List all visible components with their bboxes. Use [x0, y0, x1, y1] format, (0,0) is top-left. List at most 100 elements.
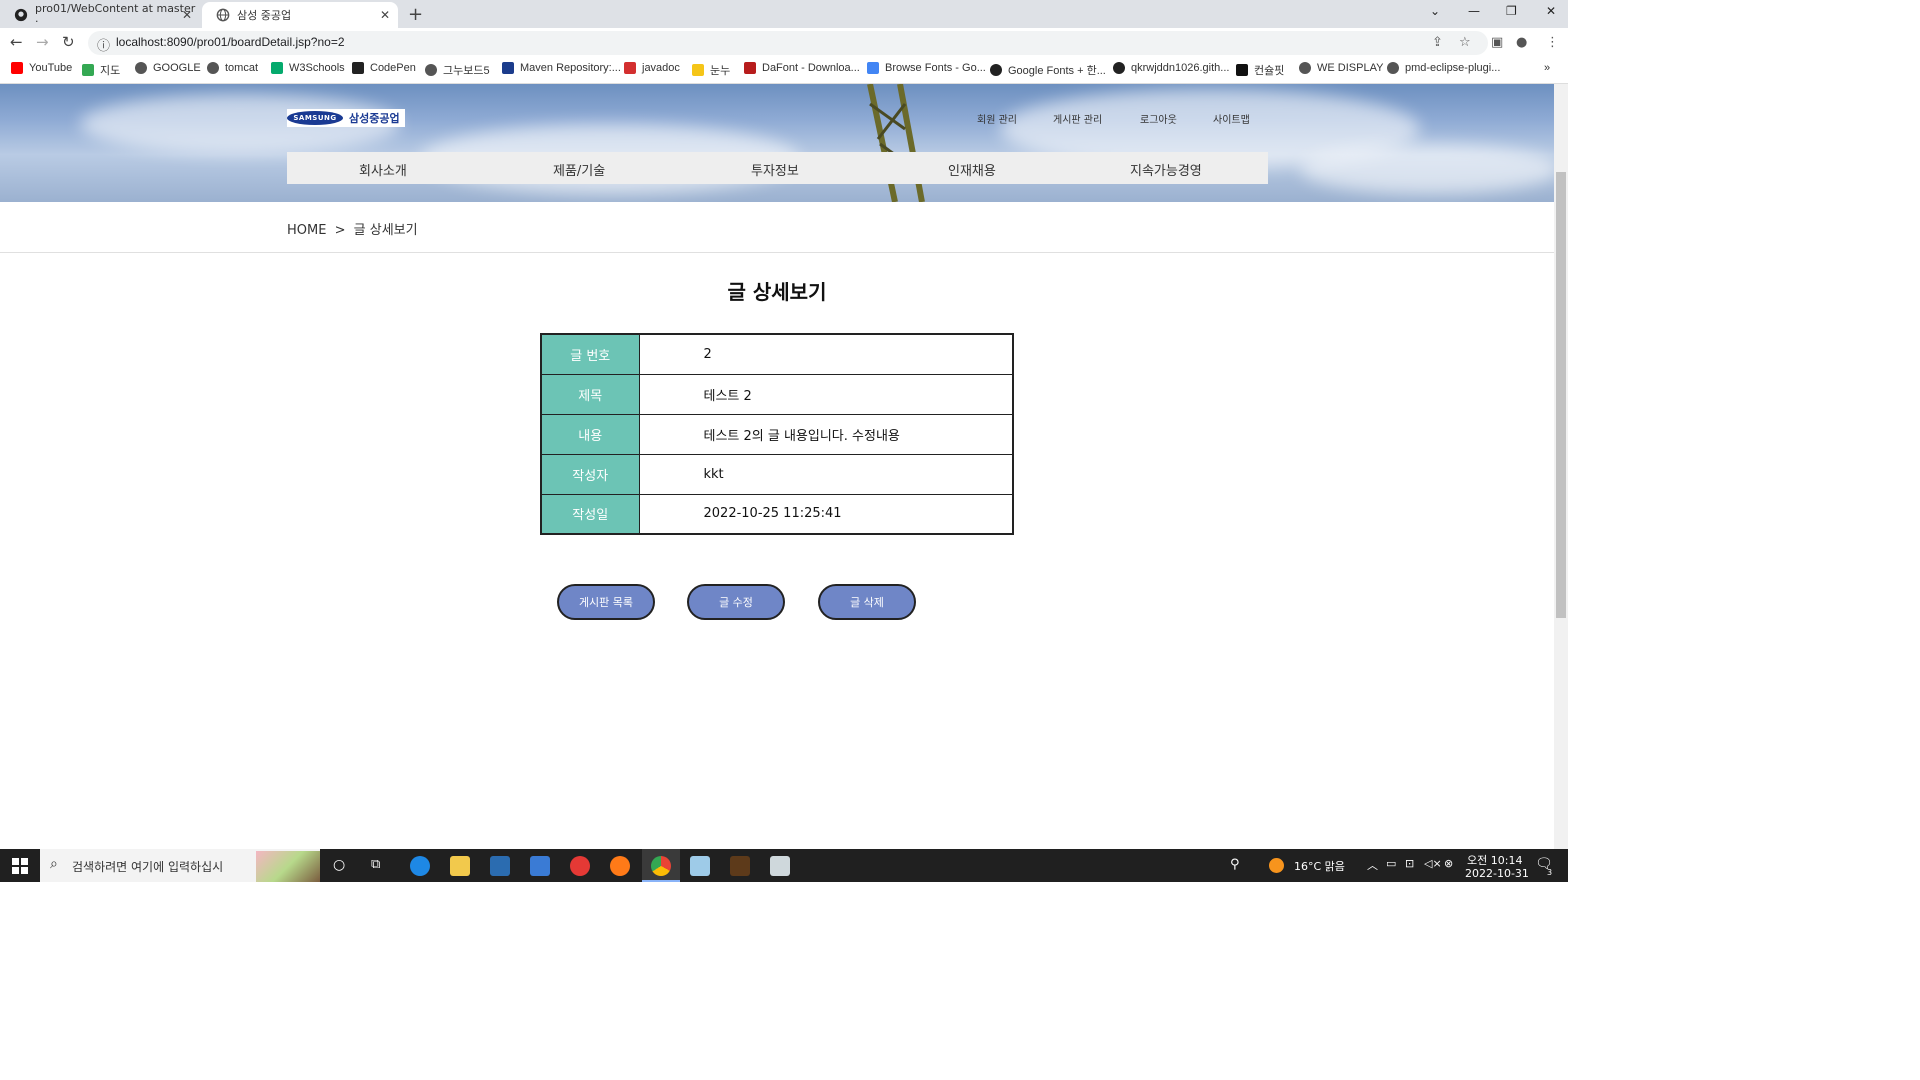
taskbar: ⌕ 검색하려면 여기에 입력하십시 ○ ⧉ ⚲ 16°C 맑음 ︿ ▭ ⊡ ◁×…: [0, 849, 1568, 882]
url-text[interactable]: localhost:8090/pro01/boardDetail.jsp?no=…: [116, 35, 345, 49]
logo-text: 삼성중공업: [349, 112, 400, 125]
weather-text[interactable]: 16°C 맑음: [1294, 858, 1345, 874]
firefox-icon[interactable]: [610, 856, 630, 876]
task-view-icon[interactable]: ⧉: [371, 857, 380, 872]
paint-icon[interactable]: [770, 856, 790, 876]
globe-icon: [1387, 62, 1399, 74]
app-icon[interactable]: [730, 856, 750, 876]
tab-github[interactable]: pro01/WebContent at master · ✕: [0, 2, 200, 28]
breadcrumb-home[interactable]: HOME: [287, 223, 326, 238]
tab-samsung[interactable]: 삼성 중공업 ✕: [202, 2, 398, 28]
taskbar-search[interactable]: ⌕ 검색하려면 여기에 입력하십시: [40, 849, 320, 882]
github-icon: [1113, 62, 1125, 74]
close-tab-icon[interactable]: ✕: [182, 8, 192, 22]
board-list-button[interactable]: 게시판 목록: [557, 584, 655, 620]
notification-count: 3: [1547, 868, 1553, 877]
cortana-icon[interactable]: ○: [333, 857, 345, 873]
bookmark-tomcat[interactable]: tomcat: [207, 62, 258, 74]
nav-recruit[interactable]: 인재채용: [948, 160, 996, 179]
restore-icon[interactable]: ❐: [1506, 4, 1517, 18]
windows-start-icon[interactable]: [12, 858, 28, 874]
share-icon[interactable]: ⇪: [1432, 35, 1443, 50]
edge-icon[interactable]: [410, 856, 430, 876]
opera-icon[interactable]: [570, 856, 590, 876]
edit-post-button[interactable]: 글 수정: [687, 584, 785, 620]
table-row: 작성일 2022-10-25 11:25:41: [541, 494, 1013, 534]
main-nav: 회사소개 제품/기술 투자정보 인재채용 지속가능경영: [287, 152, 1268, 184]
show-hidden-icons[interactable]: ︿: [1367, 857, 1378, 873]
noonnu-icon: [692, 64, 704, 76]
ime-icon[interactable]: ⊗: [1444, 857, 1453, 870]
bookmark-youtube[interactable]: YouTube: [11, 62, 72, 74]
bookmark-gnuboard[interactable]: 그누보드5: [425, 62, 490, 78]
globe-icon: [216, 8, 230, 22]
mail-icon[interactable]: [530, 856, 550, 876]
minimize-icon[interactable]: —: [1468, 4, 1480, 18]
post-date-value: 2022-10-25 11:25:41: [703, 506, 842, 522]
store-icon[interactable]: [490, 856, 510, 876]
nav-investment[interactable]: 투자정보: [751, 160, 799, 179]
file-explorer-icon[interactable]: [450, 856, 470, 876]
chrome-icon[interactable]: [651, 856, 671, 876]
bookmark-star-icon[interactable]: ☆: [1459, 35, 1471, 50]
w3schools-icon: [271, 62, 283, 74]
bookmark-browse-fonts[interactable]: Browse Fonts - Go...: [867, 62, 986, 74]
youtube-icon: [11, 62, 23, 74]
bookmark-javadoc[interactable]: javadoc: [624, 62, 680, 74]
profile-icon[interactable]: ●: [1516, 35, 1527, 50]
search-highlight-image: [256, 851, 320, 882]
member-admin-link[interactable]: 회원 관리: [977, 111, 1017, 126]
board-admin-link[interactable]: 게시판 관리: [1053, 111, 1102, 126]
globe-icon: [425, 64, 437, 76]
breadcrumb-separator: >: [334, 223, 346, 238]
page-title: 글 상세보기: [727, 280, 827, 304]
bookmark-dafont[interactable]: DaFont - Downloa...: [744, 62, 860, 74]
post-date-label: 작성일: [541, 494, 640, 534]
bookmark-github-page[interactable]: qkrwjddn1026.gith...: [1113, 62, 1229, 74]
nav-company[interactable]: 회사소개: [359, 160, 407, 179]
cloud: [1300, 144, 1554, 194]
bookmark-google-fonts-kr[interactable]: Google Fonts + 한...: [990, 62, 1106, 78]
site-info-icon[interactable]: ⓘ: [97, 35, 110, 54]
network-icon[interactable]: ⊡: [1405, 857, 1414, 870]
new-tab-button[interactable]: +: [408, 4, 423, 25]
post-content-label: 내용: [541, 414, 640, 455]
forward-icon[interactable]: →: [36, 33, 49, 51]
globe-icon: [207, 62, 219, 74]
reload-icon[interactable]: ↻: [62, 33, 75, 51]
delete-post-button[interactable]: 글 삭제: [818, 584, 916, 620]
bookmark-maven[interactable]: Maven Repository:...: [502, 62, 621, 74]
bookmark-noonnu[interactable]: 눈누: [692, 62, 730, 78]
logout-link[interactable]: 로그아웃: [1140, 111, 1177, 126]
bookmark-google[interactable]: GOOGLE: [135, 62, 201, 74]
close-tab-icon[interactable]: ✕: [380, 8, 390, 22]
tab-search-icon[interactable]: ⌄: [1430, 4, 1440, 18]
clock-time[interactable]: 오전 10:14: [1467, 852, 1522, 868]
meet-now-icon[interactable]: ▭: [1386, 857, 1396, 870]
scrollbar-thumb[interactable]: [1556, 172, 1566, 618]
consulfit-icon: [1236, 64, 1248, 76]
bookmark-map[interactable]: 지도: [82, 62, 120, 78]
back-icon[interactable]: ←: [10, 33, 23, 51]
samsung-logo-mark: SAMSUNG: [287, 111, 343, 125]
clock-date[interactable]: 2022-10-31: [1465, 867, 1529, 880]
people-icon[interactable]: ⚲: [1230, 857, 1240, 872]
sitemap-link[interactable]: 사이트맵: [1213, 111, 1250, 126]
bookmark-we-display[interactable]: WE DISPLAY: [1299, 62, 1383, 74]
close-window-icon[interactable]: ✕: [1546, 4, 1556, 18]
nav-sustainability[interactable]: 지속가능경영: [1130, 160, 1202, 179]
nav-products[interactable]: 제품/기술: [553, 160, 605, 179]
side-panel-icon[interactable]: ▣: [1491, 35, 1503, 50]
bookmark-pmd-eclipse[interactable]: pmd-eclipse-plugi...: [1387, 62, 1500, 74]
logo[interactable]: SAMSUNG 삼성중공업: [287, 109, 405, 127]
volume-muted-icon[interactable]: ◁×: [1424, 857, 1442, 870]
weather-icon[interactable]: [1269, 858, 1284, 873]
bookmark-consulfit[interactable]: 컨슐핏: [1236, 62, 1284, 78]
more-bookmarks-icon[interactable]: »: [1544, 62, 1550, 74]
notepad-icon[interactable]: [690, 856, 710, 876]
menu-icon[interactable]: ⋮: [1546, 35, 1559, 50]
codepen-icon: [352, 62, 364, 74]
bookmark-codepen[interactable]: CodePen: [352, 62, 416, 74]
bookmark-w3schools[interactable]: W3Schools: [271, 62, 345, 74]
post-author-value: kkt: [639, 454, 1013, 495]
